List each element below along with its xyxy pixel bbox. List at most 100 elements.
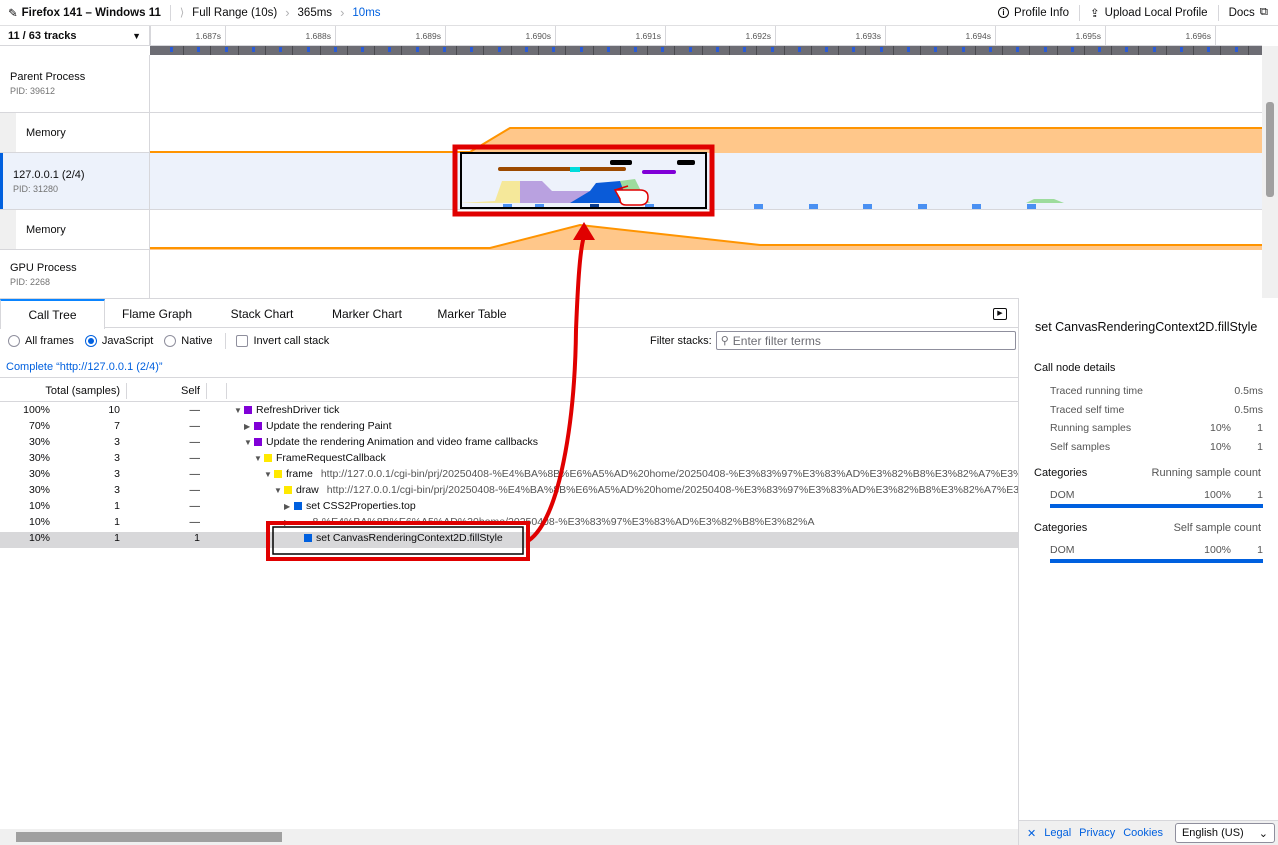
marker-tick: [1153, 47, 1156, 52]
timeline-ruler[interactable]: 1.687s 1.688s 1.689s 1.690s 1.691s 1.692…: [150, 26, 1262, 46]
marker-bar: [642, 170, 676, 174]
function-url: …8-%E4%BA%8B%E6%A5%AD%20home/20250408-%E…: [302, 516, 815, 528]
language-select[interactable]: English (US) ⌄: [1174, 823, 1275, 843]
track-count-button[interactable]: 11 / 63 tracks ▼: [0, 26, 150, 46]
filter-stacks: Filter stacks: ⚲ Enter filter terms: [650, 331, 1016, 350]
expanded-triangle-icon[interactable]: ▼: [264, 470, 274, 479]
scrollbar-thumb[interactable]: [16, 832, 282, 842]
track-gpu-process[interactable]: GPU Process PID: 2268: [0, 250, 1262, 298]
row-total-percent: 30%: [28, 452, 50, 464]
profile-info-button[interactable]: i Profile Info: [988, 0, 1079, 26]
timeline-scrollbar[interactable]: [1262, 46, 1278, 298]
memory-graph: [150, 223, 1262, 250]
tab-marker-table[interactable]: Marker Table: [419, 299, 525, 328]
marker-bar: [610, 160, 632, 165]
ruler-tick: 1.693s: [775, 26, 885, 46]
scrollbar-thumb[interactable]: [1266, 102, 1274, 197]
track-label[interactable]: 127.0.0.1 (2/4) PID: 31280: [0, 153, 150, 209]
marker-tick: [252, 47, 255, 52]
marker-tick: [279, 47, 282, 52]
track-pid: PID: 31280: [13, 183, 59, 194]
table-row[interactable]: 10% 1 — ▶ …8-%E4%BA%8B%E6%A5%AD%20home/20250…: [0, 516, 1018, 532]
table-row[interactable]: 70% 7 — ▶ Update the rendering Paint: [0, 420, 1018, 436]
track-parent-process[interactable]: Parent Process PID: 39612: [0, 55, 1262, 113]
marker-separator: [674, 46, 675, 55]
table-row[interactable]: 10% 1 — ▶ set CSS2Properties.top: [0, 500, 1018, 516]
track-label[interactable]: Memory: [0, 210, 150, 249]
marker-separator: [729, 46, 730, 55]
category-swatch: [244, 406, 252, 414]
track-label[interactable]: Parent Process PID: 39612: [0, 55, 150, 112]
row-total-percent: 10%: [28, 500, 50, 512]
breadcrumb-10ms[interactable]: 10ms: [352, 7, 380, 19]
row-total-samples: 1: [114, 516, 120, 528]
expanded-triangle-icon[interactable]: ▼: [254, 454, 264, 463]
marker-tick: [170, 47, 173, 52]
tab-stack-chart[interactable]: Stack Chart: [209, 299, 315, 328]
expanded-triangle-icon[interactable]: ▼: [234, 406, 244, 415]
legal-link[interactable]: Legal: [1044, 827, 1071, 839]
function-name: RefreshDriver tick: [256, 404, 340, 416]
table-row[interactable]: 30% 3 — ▼ Update the rendering Animation and…: [0, 436, 1018, 452]
table-row[interactable]: 30% 3 — ▼ FrameRequestCallback: [0, 452, 1018, 468]
running-sample-count-header: Running sample count: [1151, 467, 1261, 479]
external-link-icon: ⧉: [1259, 6, 1268, 18]
track-name: Memory: [26, 223, 66, 236]
invert-call-stack-checkbox[interactable]: Invert call stack: [236, 335, 329, 347]
radio-icon: [84, 335, 97, 347]
upload-profile-button[interactable]: ⇪ Upload Local Profile: [1080, 0, 1218, 26]
filter-input[interactable]: ⚲ Enter filter terms: [715, 331, 1016, 350]
docs-link[interactable]: Docs ⧉: [1219, 0, 1278, 26]
track-label[interactable]: GPU Process PID: 2268: [0, 250, 150, 298]
marker-separator: [838, 46, 839, 55]
thread-breadcrumb[interactable]: Complete “http://127.0.0.1 (2/4)”: [0, 356, 1018, 378]
category-dom-running: DOM 100% 1: [1050, 489, 1263, 501]
call-tree-hscrollbar[interactable]: [0, 829, 1018, 845]
expanded-triangle-icon[interactable]: ▼: [244, 438, 254, 447]
close-icon[interactable]: ✕: [1027, 827, 1036, 840]
row-function: set CanvasRenderingContext2D.fillStyle: [294, 532, 511, 544]
sidebar-toggle-icon[interactable]: ▶: [993, 308, 1007, 320]
breadcrumb-365ms[interactable]: 365ms: [298, 7, 333, 19]
tab-call-tree[interactable]: Call Tree: [0, 299, 105, 329]
all-frames-radio[interactable]: All frames: [8, 335, 74, 347]
table-row[interactable]: 100% 10 — ▼ RefreshDriver tick: [0, 404, 1018, 420]
track-label[interactable]: Memory: [0, 113, 150, 152]
chevron-down-icon: ⌄: [1258, 827, 1268, 840]
marker-separator: [647, 46, 648, 55]
cookies-link[interactable]: Cookies: [1123, 827, 1163, 839]
marker-separator: [401, 46, 402, 55]
marker-tick: [525, 47, 528, 52]
native-radio[interactable]: Native: [164, 335, 212, 347]
profile-name-button[interactable]: ✎ Firefox 141 – Windows 11: [8, 6, 161, 20]
table-row[interactable]: 30% 3 — ▼ frame http://127.0.0.1/cgi-bin/prj/…: [0, 468, 1018, 484]
javascript-radio[interactable]: JavaScript: [84, 335, 153, 347]
collapsed-triangle-icon[interactable]: ▶: [284, 502, 294, 511]
expanded-triangle-icon[interactable]: ▼: [274, 486, 284, 495]
collapsed-triangle-icon[interactable]: ▶: [284, 518, 294, 527]
table-row[interactable]: 10% 1 1 set CanvasRenderingContext2D.fillSt…: [0, 532, 1018, 548]
self-header: Self: [181, 385, 200, 397]
tab-flame-graph[interactable]: Flame Graph: [105, 299, 209, 328]
track-memory[interactable]: Memory: [0, 113, 1262, 153]
ruler-tick: [1215, 26, 1262, 46]
marker-separator: [483, 46, 484, 55]
table-row[interactable]: 30% 3 — ▼ draw http://127.0.0.1/cgi-bin/prj/2…: [0, 484, 1018, 500]
marker-tick: [498, 47, 501, 52]
tab-marker-chart[interactable]: Marker Chart: [315, 299, 419, 328]
marker-separator: [1220, 46, 1221, 55]
track-memory[interactable]: Memory: [0, 210, 1262, 250]
track-content-process[interactable]: 127.0.0.1 (2/4) PID: 31280: [0, 153, 1262, 210]
row-total-percent: 10%: [28, 532, 50, 544]
sample-markers: [503, 204, 1036, 209]
marker-separator: [238, 46, 239, 55]
indent-bar: [0, 210, 16, 249]
marker-separator: [593, 46, 594, 55]
privacy-link[interactable]: Privacy: [1079, 827, 1115, 839]
marker-separator: [1248, 46, 1249, 55]
row-self: —: [189, 484, 201, 496]
breadcrumb-full-range[interactable]: Full Range (10s): [192, 7, 277, 19]
collapsed-triangle-icon[interactable]: ▶: [244, 422, 254, 431]
marker-bar: [677, 160, 695, 165]
marker-strip[interactable]: [150, 46, 1276, 55]
